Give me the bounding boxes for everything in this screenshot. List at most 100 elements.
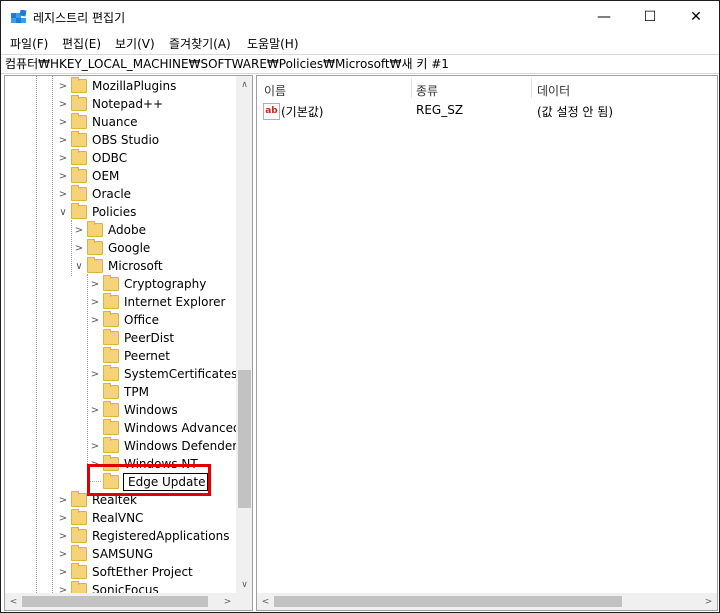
folder-icon: [71, 95, 87, 111]
tree-node[interactable]: > RegisteredApplications: [57, 527, 229, 545]
chevron-right-icon[interactable]: >: [57, 149, 69, 167]
tree-node[interactable]: > ODBC: [57, 149, 127, 167]
chevron-right-icon[interactable]: >: [57, 185, 69, 203]
folder-icon: [87, 239, 103, 255]
chevron-right-icon[interactable]: >: [57, 95, 69, 113]
folder-icon: [71, 113, 87, 129]
folder-icon: [103, 311, 119, 327]
address-bar[interactable]: 컴퓨터₩HKEY_LOCAL_MACHINE₩SOFTWARE₩Policies…: [1, 54, 719, 74]
tree-node[interactable]: > Adobe: [73, 221, 146, 239]
column-header-name[interactable]: 이름: [264, 82, 286, 99]
menu-file[interactable]: 파일(F): [10, 35, 48, 52]
folder-icon: [87, 221, 103, 237]
chevron-right-icon[interactable]: >: [89, 437, 101, 455]
folder-icon: [71, 185, 87, 201]
registry-editor-window: 레지스트리 편집기 — ☐ ✕ 파일(F) 편집(E) 보기(V) 즐겨찾기(A…: [0, 0, 720, 613]
values-list-pane[interactable]: 이름 종류 데이터 ab (기본값) REG_SZ (값 설정 안 됨) < >: [256, 75, 718, 611]
chevron-right-icon[interactable]: >: [57, 509, 69, 527]
tree-horizontal-scrollbar[interactable]: < >: [5, 593, 252, 610]
chevron-right-icon[interactable]: >: [57, 167, 69, 185]
highlight-box: [87, 464, 211, 496]
folder-icon: [103, 347, 119, 363]
title-bar: 레지스트리 편집기 — ☐ ✕: [1, 1, 719, 33]
scroll-thumb[interactable]: [238, 370, 251, 508]
chevron-right-icon[interactable]: >: [57, 113, 69, 131]
folder-icon: [103, 419, 119, 435]
chevron-right-icon[interactable]: >: [73, 239, 85, 257]
chevron-right-icon[interactable]: >: [57, 77, 69, 95]
scroll-down-icon[interactable]: ∨: [236, 576, 252, 593]
tree-node[interactable]: > Windows Defender: [89, 437, 237, 455]
scroll-right-icon[interactable]: >: [219, 593, 236, 610]
folder-icon: [71, 563, 87, 579]
scroll-thumb[interactable]: [22, 596, 208, 607]
menu-favorites[interactable]: 즐겨찾기(A): [169, 35, 231, 52]
scroll-right-icon[interactable]: >: [700, 593, 717, 610]
value-name[interactable]: (기본값): [281, 103, 323, 120]
folder-icon: [71, 491, 87, 507]
tree-node[interactable]: > OEM: [57, 167, 119, 185]
scroll-thumb[interactable]: [274, 596, 622, 607]
chevron-right-icon[interactable]: >: [89, 311, 101, 329]
tree-node[interactable]: > MozillaPlugins: [57, 77, 176, 95]
chevron-right-icon[interactable]: >: [57, 491, 69, 509]
folder-icon: [103, 437, 119, 453]
minimize-button[interactable]: —: [581, 1, 627, 33]
tree-node[interactable]: Peernet: [89, 347, 170, 365]
chevron-right-icon[interactable]: >: [57, 563, 69, 581]
tree-node[interactable]: > Internet Explorer: [89, 293, 225, 311]
tree-node[interactable]: PeerDist: [89, 329, 174, 347]
tree-node[interactable]: > OBS Studio: [57, 131, 159, 149]
tree-node[interactable]: > Notepad++: [57, 95, 163, 113]
menu-edit[interactable]: 편집(E): [62, 35, 101, 52]
value-type: REG_SZ: [416, 103, 464, 117]
tree-node-policies[interactable]: ∨ Policies: [57, 203, 136, 221]
tree-node[interactable]: > Cryptography: [89, 275, 206, 293]
chevron-down-icon[interactable]: ∨: [73, 257, 85, 275]
chevron-right-icon[interactable]: >: [57, 545, 69, 563]
chevron-right-icon[interactable]: >: [89, 401, 101, 419]
tree-node[interactable]: > Google: [73, 239, 150, 257]
folder-icon: [71, 131, 87, 147]
list-horizontal-scrollbar[interactable]: < >: [257, 593, 717, 610]
folder-icon: [103, 293, 119, 309]
maximize-button[interactable]: ☐: [627, 1, 673, 33]
minimize-icon: —: [597, 9, 611, 25]
chevron-right-icon[interactable]: >: [73, 221, 85, 239]
menu-view[interactable]: 보기(V): [115, 35, 155, 52]
tree-node-microsoft[interactable]: ∨ Microsoft: [73, 257, 163, 275]
tree-node[interactable]: Windows Advanced: [89, 419, 241, 437]
close-button[interactable]: ✕: [673, 1, 719, 33]
chevron-right-icon[interactable]: >: [89, 365, 101, 383]
folder-icon: [103, 329, 119, 345]
chevron-right-icon[interactable]: >: [89, 293, 101, 311]
scroll-up-icon[interactable]: ∧: [236, 76, 252, 93]
menu-help[interactable]: 도움말(H): [247, 35, 299, 52]
tree-node[interactable]: > RealVNC: [57, 509, 143, 527]
tree-vertical-scrollbar[interactable]: ∧ ∨: [236, 76, 252, 593]
folder-icon: [103, 275, 119, 291]
chevron-right-icon[interactable]: >: [89, 275, 101, 293]
chevron-right-icon[interactable]: >: [57, 527, 69, 545]
key-tree-pane[interactable]: > MozillaPlugins > Notepad++ > Nuance > OBS …: [4, 75, 253, 611]
folder-icon: [71, 149, 87, 165]
scroll-left-icon[interactable]: <: [5, 593, 22, 610]
chevron-down-icon[interactable]: ∨: [57, 203, 69, 221]
tree-node[interactable]: > SoftEther Project: [57, 563, 193, 581]
folder-icon: [87, 257, 103, 273]
tree-node[interactable]: > SAMSUNG: [57, 545, 153, 563]
close-icon: ✕: [690, 9, 702, 25]
folder-icon: [103, 401, 119, 417]
chevron-right-icon[interactable]: >: [57, 131, 69, 149]
scroll-left-icon[interactable]: <: [257, 593, 274, 610]
column-header-type[interactable]: 종류: [416, 82, 438, 99]
folder-icon: [71, 545, 87, 561]
tree-node[interactable]: > Windows: [89, 401, 178, 419]
tree-node[interactable]: > Office: [89, 311, 159, 329]
tree-node[interactable]: > SystemCertificates: [89, 365, 237, 383]
tree-node[interactable]: > Oracle: [57, 185, 131, 203]
tree-node[interactable]: > Nuance: [57, 113, 138, 131]
folder-icon: [71, 203, 87, 219]
column-header-data[interactable]: 데이터: [537, 82, 570, 99]
tree-node[interactable]: TPM: [89, 383, 149, 401]
